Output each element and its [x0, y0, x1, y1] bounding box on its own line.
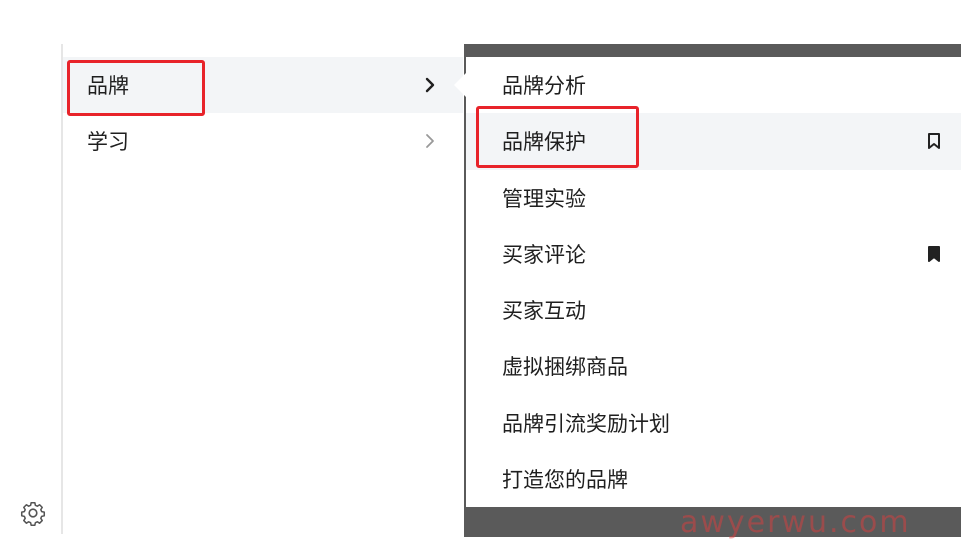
bookmark-outline-icon[interactable]: [927, 133, 941, 150]
submenu-item-label: 品牌引流奖励计划: [502, 411, 670, 436]
chevron-right-icon: [426, 134, 434, 148]
menu-item-label: 学习: [87, 130, 129, 154]
submenu-item-customer-reviews[interactable]: 买家评论: [466, 226, 961, 282]
menu-item-label: 品牌: [87, 74, 129, 98]
chevron-right-icon: [425, 77, 435, 93]
menu-item-learn[interactable]: 学习: [63, 113, 463, 169]
main-menu: 品牌 学习: [63, 57, 463, 169]
submenu-item-build-your-brand[interactable]: 打造您的品牌: [466, 451, 961, 507]
submenu-item-brand-analytics[interactable]: 品牌分析: [466, 57, 961, 113]
brand-submenu: 品牌分析 品牌保护 管理实验 买家评论 买家互动 虚拟捆绑商品 品牌引流奖励计划…: [466, 57, 961, 507]
submenu-item-brand-referral-bonus[interactable]: 品牌引流奖励计划: [466, 395, 961, 451]
watermark: awyerwu.com: [680, 505, 911, 540]
flyout-caret: [454, 73, 466, 97]
submenu-item-brand-protection[interactable]: 品牌保护: [466, 113, 961, 170]
submenu-item-label: 打造您的品牌: [502, 467, 628, 492]
gear-icon[interactable]: [20, 500, 46, 526]
submenu-item-customer-engagement[interactable]: 买家互动: [466, 282, 961, 338]
submenu-item-label: 品牌保护: [502, 130, 586, 155]
submenu-item-label: 买家评论: [502, 242, 586, 267]
submenu-item-label: 虚拟捆绑商品: [502, 355, 628, 380]
submenu-item-label: 管理实验: [502, 186, 586, 211]
menu-item-brand[interactable]: 品牌: [63, 57, 463, 113]
submenu-item-label: 买家互动: [502, 299, 586, 324]
submenu-item-virtual-bundles[interactable]: 虚拟捆绑商品: [466, 338, 961, 394]
submenu-item-label: 品牌分析: [502, 74, 586, 99]
left-rail: [0, 0, 62, 555]
bookmark-filled-icon[interactable]: [927, 245, 941, 262]
submenu-item-manage-experiments[interactable]: 管理实验: [466, 170, 961, 226]
